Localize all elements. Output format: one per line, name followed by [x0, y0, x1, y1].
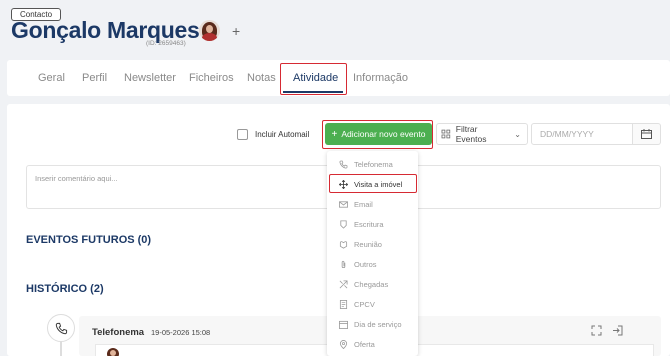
timeline-line — [60, 342, 62, 356]
offer-icon — [339, 339, 348, 349]
contact-id: (ID: 2659463) — [146, 40, 186, 47]
meeting-icon — [339, 240, 348, 249]
expand-icon[interactable] — [591, 325, 602, 336]
arrivals-icon — [339, 279, 348, 288]
menu-item-label: Dia de serviço — [354, 319, 402, 329]
event-actions — [591, 325, 623, 336]
menu-item-label: Chegadas — [354, 279, 389, 289]
menu-item-label: Email — [354, 199, 373, 209]
contact-header: Contacto Gonçalo Marques (ID: 2659463) + — [0, 0, 670, 60]
tab-newsletter[interactable]: Newsletter — [124, 72, 176, 84]
highlight-box-visita — [329, 174, 417, 193]
future-events-heading: EVENTOS FUTUROS (0) — [26, 234, 152, 246]
filter-grid-icon — [441, 129, 451, 139]
event-title: Telefonema — [92, 327, 145, 338]
include-automail-checkbox[interactable] — [237, 129, 248, 140]
highlight-box-add — [322, 120, 433, 149]
menu-item-chegadas[interactable]: Chegadas — [339, 278, 388, 290]
phone-icon — [339, 160, 348, 169]
chevron-down-icon: ⌄ — [514, 129, 521, 139]
menu-item-telefonema[interactable]: Telefonema — [339, 158, 393, 170]
calendar-button[interactable] — [633, 123, 661, 145]
filter-events-dropdown[interactable]: Filtrar Eventos ⌄ — [436, 123, 528, 145]
timeline-marker — [47, 314, 75, 342]
menu-item-label: Oferta — [354, 339, 375, 349]
tab-notas[interactable]: Notas — [247, 72, 276, 84]
tab-informacao[interactable]: Informação — [353, 72, 408, 84]
history-heading: HISTÓRICO (2) — [26, 283, 104, 295]
open-event-icon[interactable] — [612, 325, 623, 336]
paperclip-icon — [341, 260, 346, 268]
calendar-icon — [641, 129, 652, 139]
tab-geral[interactable]: Geral — [38, 72, 65, 84]
menu-item-oferta[interactable]: Oferta — [339, 338, 375, 350]
menu-item-dia-servico[interactable]: Dia de serviço — [339, 318, 402, 330]
menu-item-label: Escritura — [354, 219, 384, 229]
avatar[interactable] — [199, 20, 220, 41]
highlight-box-tab — [280, 63, 347, 95]
deed-icon — [340, 219, 347, 229]
date-input[interactable]: DD/MM/YYYY — [531, 123, 633, 145]
include-automail-label: Incluir Automail — [255, 130, 310, 139]
add-icon[interactable]: + — [232, 23, 240, 39]
tab-ficheiros[interactable]: Ficheiros — [189, 72, 234, 84]
tab-perfil[interactable]: Perfil — [82, 72, 107, 84]
menu-item-reuniao[interactable]: Reunião — [339, 238, 382, 250]
filter-events-label: Filtrar Eventos — [455, 124, 487, 144]
mail-icon — [339, 200, 348, 208]
calendar-icon — [339, 320, 348, 329]
menu-item-email[interactable]: Email — [339, 198, 373, 210]
event-datetime: 19-05-2026 15:08 — [151, 328, 211, 337]
phone-icon — [55, 322, 67, 334]
menu-item-label: Outros — [354, 259, 377, 269]
contract-icon — [339, 299, 348, 309]
menu-item-cpcv[interactable]: CPCV — [339, 298, 375, 310]
menu-item-label: CPCV — [354, 299, 375, 309]
menu-item-label: Telefonema — [354, 159, 393, 169]
event-author-avatar — [107, 348, 119, 356]
menu-item-escritura[interactable]: Escritura — [339, 218, 384, 230]
menu-item-outros[interactable]: Outros — [339, 258, 377, 270]
menu-item-label: Reunião — [354, 239, 382, 249]
